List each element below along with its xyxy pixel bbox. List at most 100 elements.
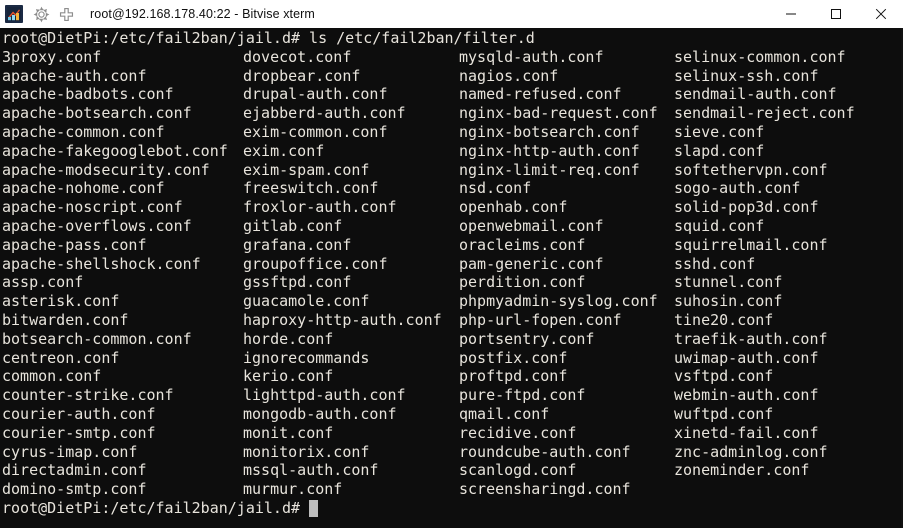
file-listing-row: apache-noscript.conf froxlor-auth.conf ope…: [0, 198, 901, 217]
minimize-button[interactable]: [768, 0, 813, 28]
file-name: named-refused.conf: [459, 85, 622, 104]
text-cursor: [308, 500, 318, 517]
file-name: horde.conf: [243, 329, 334, 348]
file-name: screensharingd.conf: [459, 480, 631, 499]
plus-icon[interactable]: [55, 3, 77, 25]
file-listing-row: centreon.conf ignorecommands postfix.conf u…: [0, 349, 901, 368]
file-name: softethervpn.conf: [674, 160, 828, 179]
file-name: cyrus-imap.conf: [2, 442, 138, 461]
command-line: root@DietPi:/etc/fail2ban/jail.d# ls /et…: [0, 29, 901, 48]
file-name: nginx-botsearch.conf: [459, 123, 640, 141]
window-title: root@192.168.178.40:22 - Bitvise xterm: [90, 7, 315, 21]
file-listing-row: common.conf kerio.conf proftpd.conf vsftpd.…: [0, 367, 901, 386]
file-name: apache-common.conf: [2, 123, 165, 141]
file-name: apache-pass.conf: [2, 235, 147, 254]
file-listing-row: botsearch-common.conf horde.conf portsentr…: [0, 330, 901, 349]
file-name: apache-modsecurity.conf: [2, 160, 210, 179]
file-name: apache-botsearch.conf: [2, 104, 192, 123]
file-listing-row: apache-nohome.conf freeswitch.conf nsd.con…: [0, 179, 901, 198]
file-name: openhab.conf: [459, 198, 568, 217]
file-name: scanlogd.conf: [459, 461, 577, 480]
file-listing-row: directadmin.conf mssql-auth.conf scanlogd.…: [0, 461, 901, 480]
terminal-screen[interactable]: root@DietPi:/etc/fail2ban/jail.d# ls /et…: [0, 28, 903, 528]
file-name: php-url-fopen.conf: [459, 311, 622, 329]
file-name: selinux-ssh.conf: [674, 66, 819, 85]
file-name: mssql-auth.conf: [243, 461, 379, 480]
file-name: dovecot.conf: [243, 47, 352, 66]
file-name: kerio.conf: [243, 367, 334, 386]
titlebar[interactable]: root@192.168.178.40:22 - Bitvise xterm: [0, 0, 903, 28]
maximize-button[interactable]: [813, 0, 858, 28]
file-name: apache-noscript.conf: [2, 198, 183, 217]
shell-prompt: root@DietPi:/etc/fail2ban/jail.d#: [2, 499, 301, 517]
file-listing-row: asterisk.conf guacamole.conf phpmyadmin-sy…: [0, 292, 901, 311]
file-name: webmin-auth.conf: [674, 386, 819, 405]
file-name: nsd.conf: [459, 179, 532, 198]
file-name: murmur.conf: [243, 480, 343, 499]
file-name: squid.conf: [674, 217, 765, 235]
file-name: recidive.conf: [459, 423, 577, 442]
file-listing-row: counter-strike.conf lighttpd-auth.conf pur…: [0, 386, 901, 405]
file-listing-row: apache-shellshock.conf groupoffice.conf pa…: [0, 255, 901, 274]
final-prompt-line: root@DietPi:/etc/fail2ban/jail.d#: [0, 499, 901, 518]
file-name: 3proxy.conf: [2, 47, 102, 66]
file-name: solid-pop3d.conf: [674, 198, 819, 217]
file-name: slapd.conf: [674, 141, 765, 160]
file-name: froxlor-auth.conf: [243, 198, 397, 217]
file-name: monitorix.conf: [243, 442, 370, 461]
file-name: nagios.conf: [459, 66, 559, 85]
file-name: sogo-auth.conf: [674, 179, 801, 198]
file-name: tine20.conf: [674, 311, 774, 329]
file-name: apache-badbots.conf: [2, 85, 174, 104]
window-controls: [768, 0, 903, 28]
file-listing-row: apache-modsecurity.conf exim-spam.conf ngi…: [0, 161, 901, 180]
file-name: bitwarden.conf: [2, 311, 129, 329]
maximize-icon: [830, 9, 841, 19]
gear-icon[interactable]: [30, 3, 52, 25]
file-name: openwebmail.conf: [459, 217, 604, 235]
file-name: gssftpd.conf: [243, 273, 352, 292]
file-name: zoneminder.conf: [674, 461, 810, 480]
close-button[interactable]: [858, 0, 903, 28]
file-name: lighttpd-auth.conf: [243, 386, 406, 405]
file-listing-row: apache-botsearch.conf ejabberd-auth.conf n…: [0, 104, 901, 123]
file-name: guacamole.conf: [243, 292, 370, 311]
file-listing-row: courier-smtp.conf monit.conf recidive.conf…: [0, 424, 901, 443]
file-name: drupal-auth.conf: [243, 85, 388, 104]
file-name: qmail.conf: [459, 405, 550, 423]
file-name: ignorecommands: [243, 348, 370, 367]
file-listing-row: apache-fakegooglebot.conf exim.conf nginx-…: [0, 142, 901, 161]
file-listing-row: courier-auth.conf mongodb-auth.conf qmail.…: [0, 405, 901, 424]
file-name: grafana.conf: [243, 235, 352, 254]
file-name: sieve.conf: [674, 123, 765, 141]
file-listing-row: apache-pass.conf grafana.conf oracleims.co…: [0, 236, 901, 255]
file-name: exim-common.conf: [243, 123, 388, 141]
file-name: stunnel.conf: [674, 273, 783, 292]
file-name: courier-auth.conf: [2, 405, 156, 423]
file-name: traefik-auth.conf: [674, 329, 828, 348]
plus-icon-glyph: [59, 7, 73, 21]
command-line-text: root@DietPi:/etc/fail2ban/jail.d# ls /et…: [2, 29, 535, 47]
file-name: apache-fakegooglebot.conf: [2, 141, 228, 160]
file-listing-row: assp.conf gssftpd.conf perdition.conf stunn…: [0, 273, 901, 292]
file-name: haproxy-http-auth.conf: [243, 311, 442, 329]
minimize-icon: [785, 13, 796, 15]
file-name: directadmin.conf: [2, 461, 147, 480]
file-listing-row: apache-auth.conf dropbear.conf nagios.conf…: [0, 67, 901, 86]
file-name: perdition.conf: [459, 273, 586, 292]
file-name: phpmyadmin-syslog.conf: [459, 292, 658, 311]
file-name: freeswitch.conf: [243, 179, 379, 198]
file-listing-row: bitwarden.conf haproxy-http-auth.conf php-…: [0, 311, 901, 330]
file-name: apache-nohome.conf: [2, 179, 165, 198]
file-name: monit.conf: [243, 423, 334, 442]
file-name: courier-smtp.conf: [2, 423, 156, 442]
gear-icon-glyph: [33, 6, 49, 22]
bitvise-logo-icon: [5, 5, 23, 23]
terminal-buffer: root@DietPi:/etc/fail2ban/jail.d# ls /et…: [0, 28, 901, 528]
close-icon: [875, 8, 886, 20]
file-name: apache-auth.conf: [2, 66, 147, 85]
file-name: nginx-http-auth.conf: [459, 141, 640, 160]
file-name: postfix.conf: [459, 348, 568, 367]
file-listing-row: apache-overflows.conf gitlab.conf openwebm…: [0, 217, 901, 236]
file-listing-row: 3proxy.conf dovecot.conf mysqld-auth.conf s…: [0, 48, 901, 67]
